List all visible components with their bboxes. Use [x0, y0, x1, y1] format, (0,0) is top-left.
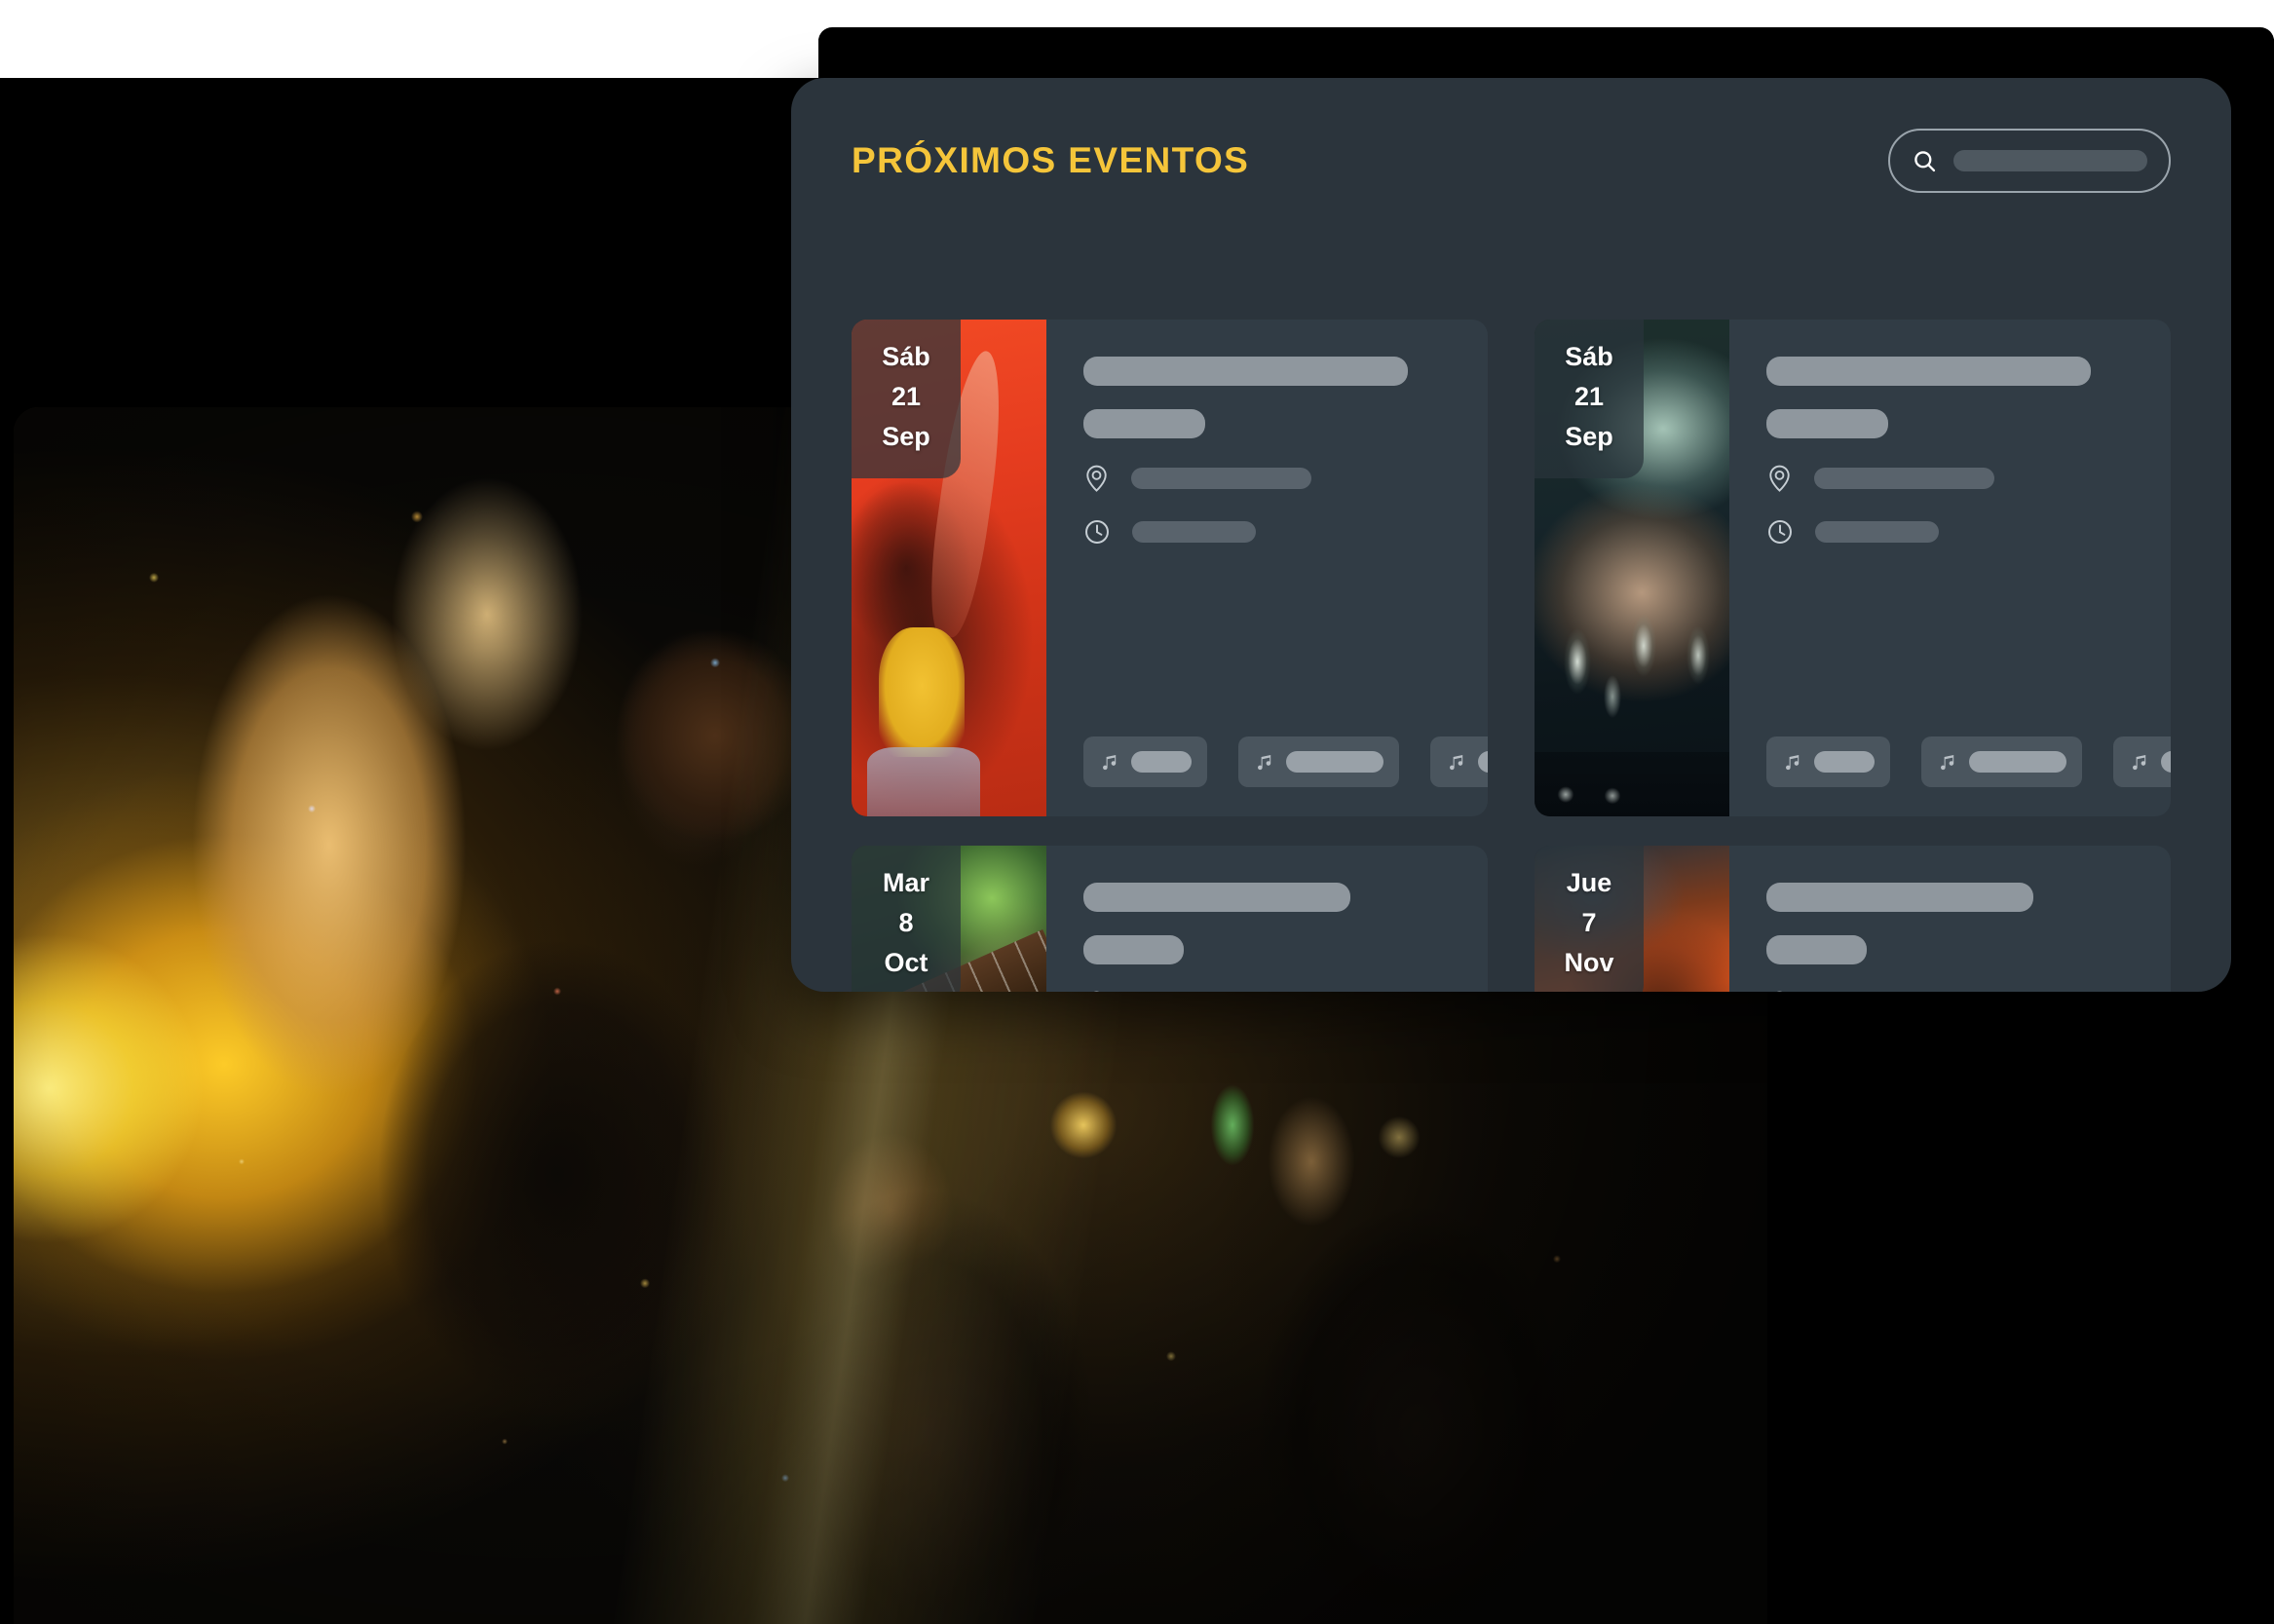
event-tag[interactable] — [1238, 736, 1399, 787]
event-card-body — [1729, 846, 2171, 992]
search-bar[interactable] — [1888, 129, 2171, 193]
event-thumbnail: Sáb 21 Sep — [1535, 320, 1729, 816]
screenshot-stage: PRÓXIMOS EVENTOS Sáb 21 Sep Sáb 21 Sep M… — [0, 0, 2274, 1624]
event-title-placeholder — [1083, 357, 1409, 386]
event-date-badge: Sáb 21 Sep — [852, 320, 961, 479]
event-day: 8 — [898, 908, 914, 938]
event-title-placeholder — [1766, 357, 2092, 386]
event-title-placeholder — [1083, 883, 1351, 912]
music-note-icon — [1258, 754, 1271, 770]
event-card[interactable]: Sáb 21 Sep — [1535, 320, 2171, 816]
event-card-body — [1046, 320, 1488, 816]
event-thumbnail: Sáb 21 Sep — [852, 320, 1046, 816]
event-time-row — [1766, 518, 2171, 546]
event-thumbnail: Mar 8 Oct — [852, 846, 1046, 992]
music-note-icon — [2133, 754, 2146, 770]
event-tag[interactable] — [1083, 736, 1207, 787]
event-subtitle-placeholder — [1766, 935, 1867, 964]
event-card[interactable]: Mar 8 Oct — [852, 846, 1488, 992]
map-pin-icon — [1777, 991, 1782, 992]
event-month: Nov — [1564, 948, 1614, 978]
search-input[interactable] — [1953, 150, 2147, 171]
search-icon — [1914, 150, 1936, 171]
backdrop-notch — [0, 39, 818, 78]
map-pin-icon — [1769, 465, 1790, 492]
music-note-icon — [1941, 754, 1954, 770]
event-day: 7 — [1581, 908, 1597, 938]
event-day: 21 — [1573, 382, 1605, 412]
event-card-body — [1729, 320, 2171, 816]
thumb-detail-mixer-jacks — [1535, 751, 1729, 816]
event-month: Oct — [884, 948, 929, 978]
event-thumbnail: Jue 7 Nov — [1535, 846, 1729, 992]
event-tag[interactable] — [1921, 736, 2082, 787]
panel-header: PRÓXIMOS EVENTOS — [791, 78, 2231, 244]
event-location-row — [1083, 464, 1488, 493]
event-tag-placeholder — [1131, 751, 1192, 773]
page-title: PRÓXIMOS EVENTOS — [852, 140, 1250, 180]
event-tags — [1766, 736, 2171, 787]
event-time-row — [1083, 518, 1488, 546]
event-month: Sep — [1565, 422, 1613, 452]
event-date-badge: Jue 7 Nov — [1535, 846, 1644, 992]
music-note-icon — [1103, 754, 1117, 770]
thumb-detail-jeans — [867, 746, 980, 816]
event-tag[interactable] — [2113, 736, 2171, 787]
event-time-placeholder — [1815, 521, 1939, 543]
clock-icon — [1768, 520, 1792, 544]
event-tag-placeholder — [1286, 751, 1383, 773]
event-subtitle-placeholder — [1083, 409, 1205, 438]
event-subtitle-placeholder — [1766, 409, 1888, 438]
event-location-row — [1083, 990, 1455, 992]
event-location-placeholder — [1814, 468, 1994, 489]
events-grid: Sáb 21 Sep Sáb 21 Sep Mar 8 Oct Jue 7 No… — [852, 320, 2171, 992]
map-pin-icon — [1086, 465, 1107, 492]
event-location-row — [1766, 464, 2171, 493]
event-weekday: Jue — [1566, 868, 1612, 897]
event-tags — [1083, 736, 1488, 787]
music-note-icon — [1786, 754, 1800, 770]
event-weekday: Sáb — [882, 342, 930, 371]
event-date-badge: Sáb 21 Sep — [1535, 320, 1644, 479]
event-time-placeholder — [1132, 521, 1256, 543]
clock-icon — [1085, 520, 1109, 544]
event-weekday: Sáb — [1565, 342, 1613, 371]
event-tag-placeholder — [1814, 751, 1875, 773]
event-title-placeholder — [1766, 883, 2034, 912]
event-date-badge: Mar 8 Oct — [852, 846, 961, 992]
event-weekday: Mar — [882, 868, 929, 897]
event-location-placeholder — [1131, 468, 1311, 489]
event-card-body — [1046, 846, 1488, 992]
upcoming-events-panel: PRÓXIMOS EVENTOS Sáb 21 Sep Sáb 21 Sep M… — [791, 78, 2231, 992]
event-tag-placeholder — [1478, 751, 1488, 773]
event-tag-placeholder — [1969, 751, 2066, 773]
event-tag-placeholder — [2161, 751, 2171, 773]
event-card[interactable]: Sáb 21 Sep — [852, 320, 1488, 816]
map-pin-icon — [1094, 991, 1099, 992]
event-card[interactable]: Jue 7 Nov — [1535, 846, 2171, 992]
music-note-icon — [1450, 754, 1463, 770]
event-subtitle-placeholder — [1083, 935, 1184, 964]
event-location-row — [1766, 990, 2138, 992]
thumb-detail-top — [879, 627, 965, 757]
event-tag[interactable] — [1766, 736, 1890, 787]
thumb-detail-mixer-knobs — [1535, 597, 1729, 757]
event-month: Sep — [882, 422, 930, 452]
event-tag[interactable] — [1430, 736, 1488, 787]
event-day: 21 — [891, 382, 922, 412]
